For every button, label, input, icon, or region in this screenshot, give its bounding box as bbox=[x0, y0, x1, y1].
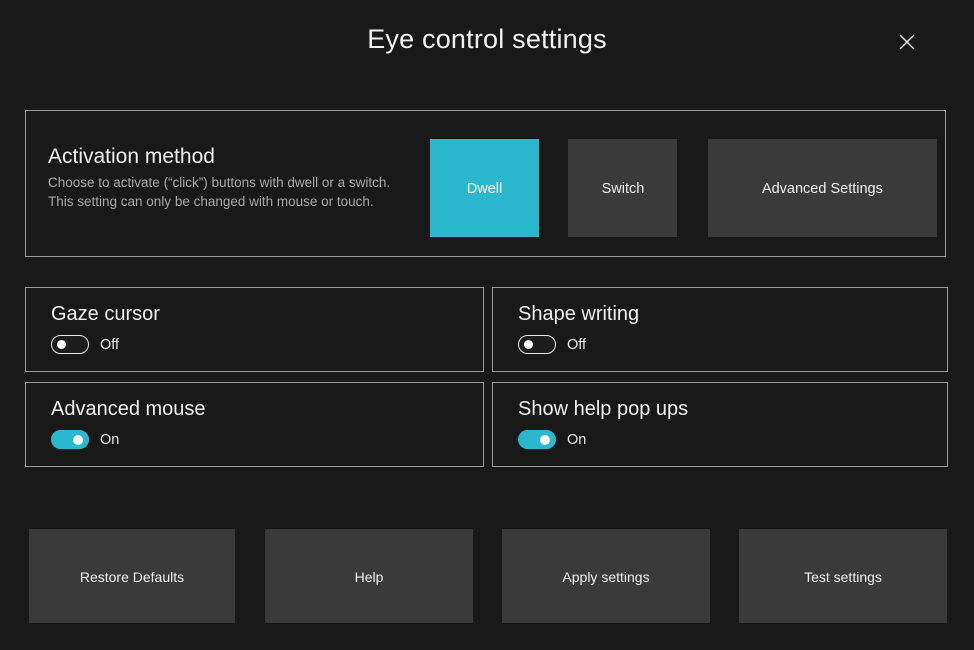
toggle-advanced-mouse[interactable] bbox=[51, 430, 89, 449]
setting-toggle-row-advanced-mouse: On bbox=[51, 430, 119, 449]
apply-settings-button[interactable]: Apply settings bbox=[502, 529, 710, 623]
help-button[interactable]: Help bbox=[265, 529, 473, 623]
setting-toggle-row-show-help-pop-ups: On bbox=[518, 430, 586, 449]
page-title: Eye control settings bbox=[0, 24, 974, 55]
activation-option-switch[interactable]: Switch bbox=[568, 139, 677, 237]
close-button[interactable] bbox=[885, 20, 929, 64]
toggle-knob bbox=[73, 435, 83, 445]
setting-label-gaze-cursor: Gaze cursor bbox=[51, 303, 160, 326]
toggle-state-shape-writing: Off bbox=[567, 337, 586, 353]
toggle-knob bbox=[57, 340, 66, 349]
close-icon bbox=[897, 32, 917, 52]
setting-card-show-help-pop-ups: Show help pop ups On bbox=[492, 382, 948, 467]
setting-label-advanced-mouse: Advanced mouse bbox=[51, 398, 206, 421]
setting-card-gaze-cursor: Gaze cursor Off bbox=[25, 287, 484, 372]
activation-method-text: Activation method Choose to activate (“c… bbox=[48, 144, 418, 211]
toggle-knob bbox=[540, 435, 550, 445]
toggle-gaze-cursor[interactable] bbox=[51, 335, 89, 354]
test-settings-button[interactable]: Test settings bbox=[739, 529, 947, 623]
title-bar: Eye control settings bbox=[0, 0, 974, 84]
toggle-state-advanced-mouse: On bbox=[100, 432, 119, 448]
restore-defaults-button[interactable]: Restore Defaults bbox=[29, 529, 235, 623]
setting-toggle-row-gaze-cursor: Off bbox=[51, 335, 119, 354]
toggle-shape-writing[interactable] bbox=[518, 335, 556, 354]
setting-toggle-row-shape-writing: Off bbox=[518, 335, 586, 354]
toggle-show-help-pop-ups[interactable] bbox=[518, 430, 556, 449]
setting-card-shape-writing: Shape writing Off bbox=[492, 287, 948, 372]
activation-method-options: Dwell Switch Advanced Settings bbox=[430, 139, 937, 237]
activation-method-description: Choose to activate (“click”) buttons wit… bbox=[48, 173, 418, 211]
toggle-knob bbox=[524, 340, 533, 349]
toggle-state-gaze-cursor: Off bbox=[100, 337, 119, 353]
setting-card-advanced-mouse: Advanced mouse On bbox=[25, 382, 484, 467]
activation-method-heading: Activation method bbox=[48, 144, 418, 170]
activation-option-advanced-settings[interactable]: Advanced Settings bbox=[708, 139, 937, 237]
activation-option-dwell[interactable]: Dwell bbox=[430, 139, 539, 237]
activation-method-panel: Activation method Choose to activate (“c… bbox=[25, 110, 946, 257]
toggle-state-show-help-pop-ups: On bbox=[567, 432, 586, 448]
setting-label-show-help-pop-ups: Show help pop ups bbox=[518, 398, 688, 421]
setting-label-shape-writing: Shape writing bbox=[518, 303, 639, 326]
